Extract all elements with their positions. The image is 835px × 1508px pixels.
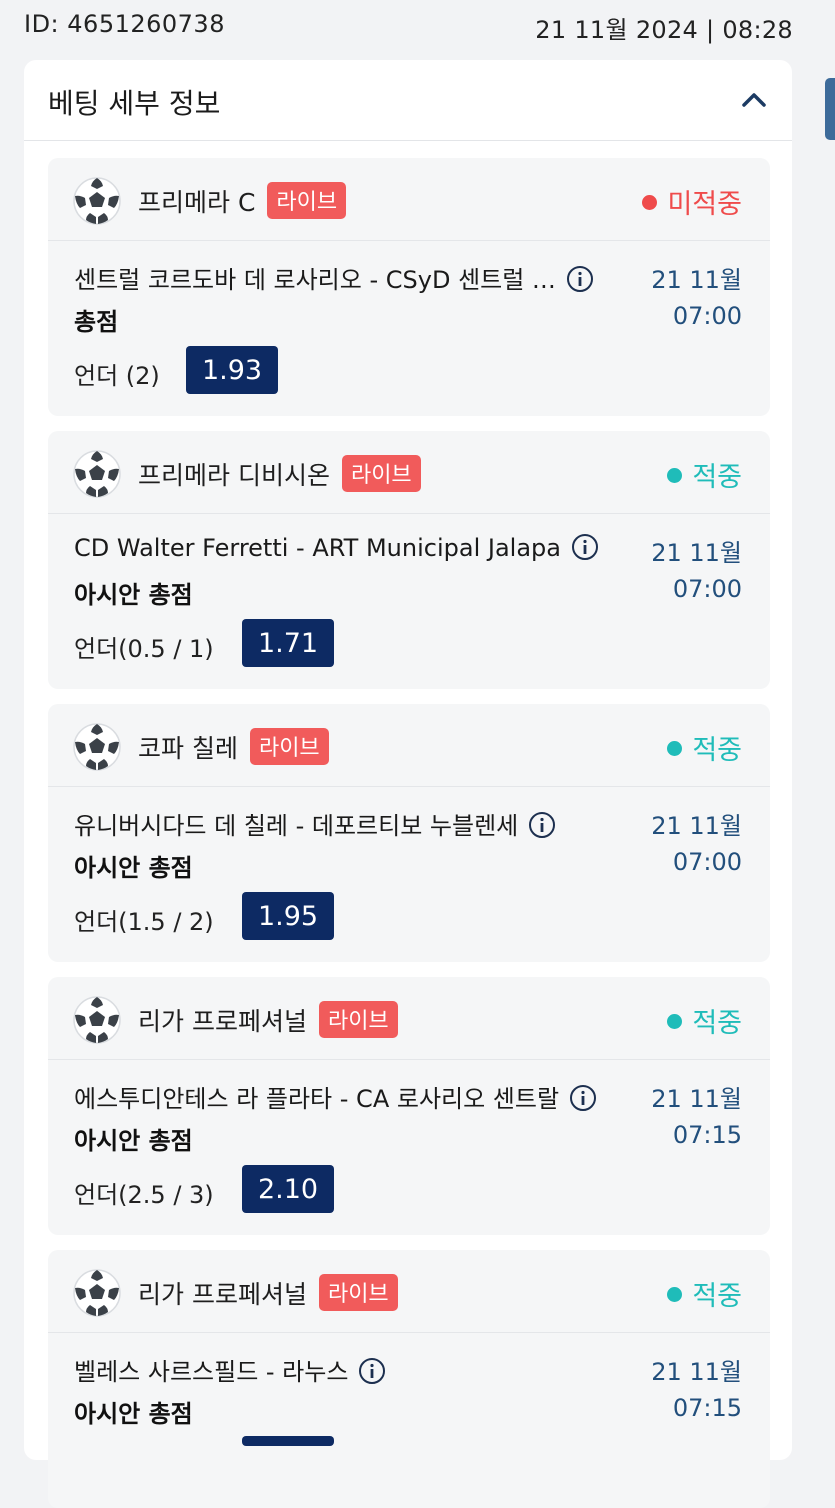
market-name: 아시안 총점 — [74, 1400, 193, 1428]
panel-title: 베팅 세부 정보 — [48, 87, 221, 120]
match-name: CD Walter Ferretti - ART Municipal Jalap… — [74, 533, 599, 562]
selection-name: 언더(1.5 / 2) — [74, 908, 214, 936]
live-badge: 라이브 — [249, 728, 329, 765]
odds-button[interactable]: 2.10 — [242, 1165, 334, 1213]
selection-name: 언더(2.5 / 3) — [74, 1181, 214, 1209]
bet-card: 프리메라 C 라이브 미적중 센트럴 코르도바 데 로사리오 - CSyD 센트럴… — [48, 158, 770, 416]
live-badge: 라이브 — [318, 1274, 398, 1311]
status-dot — [667, 1014, 683, 1029]
league-label: 프리메라 C — [138, 188, 256, 217]
bet-card: 프리메라 디비시온 라이브 적중 CD Walter Ferretti - ART… — [48, 431, 770, 689]
bet-status: 적중 — [667, 728, 742, 767]
info-icon[interactable] — [569, 1084, 597, 1112]
market-name: 아시안 총점 — [74, 854, 193, 882]
bet-details-panel: 베팅 세부 정보 프리메라 C 라이브 미적중 센트럴 코르도바 데 로사리오 -… — [24, 60, 792, 1508]
bet-card-header: 리가 프로페셔널 라이브 적중 — [48, 1250, 770, 1333]
status-dot — [667, 468, 683, 483]
match-time: 07:00 — [672, 848, 742, 876]
market-name: 총점 — [74, 308, 119, 336]
league-name: 리가 프로페셔널 라이브 — [138, 1001, 398, 1038]
status-label: 적중 — [692, 1008, 742, 1039]
match-date: 21 11월 — [651, 539, 742, 567]
bet-card: 코파 칠레 라이브 적중 유니버시다드 데 칠레 - 데포르티보 누블렌세 아시안… — [48, 704, 770, 962]
collapse-button[interactable] — [736, 82, 772, 118]
match-name: 센트럴 코르도바 데 로사리오 - CSyD 센트럴 … — [74, 260, 594, 295]
chevron-up-icon — [742, 93, 766, 107]
soccer-ball-icon — [73, 1269, 121, 1317]
match-label: 에스투디안테스 라 플라타 - CA 로사리오 센트랄 — [74, 1085, 560, 1113]
match-time: 07:15 — [672, 1121, 742, 1149]
info-icon[interactable] — [528, 811, 556, 839]
soccer-ball-icon — [73, 996, 121, 1044]
market-name: 아시안 총점 — [74, 1127, 193, 1155]
match-time: 07:00 — [672, 302, 742, 330]
match-date: 21 11월 — [651, 812, 742, 840]
match-date: 21 11월 — [651, 1085, 742, 1113]
top-bar: ID: 4651260738 21 11월 2024 | 08:28 — [0, 0, 835, 52]
bet-status: 적중 — [667, 455, 742, 494]
league-name: 리가 프로페셔널 라이브 — [138, 1274, 398, 1311]
live-badge: 라이브 — [267, 182, 347, 219]
league-label: 리가 프로페셔널 — [138, 1007, 307, 1036]
bet-card-header: 프리메라 디비시온 라이브 적중 — [48, 431, 770, 514]
match-name: 유니버시다드 데 칠레 - 데포르티보 누블렌세 — [74, 806, 556, 841]
status-dot — [642, 195, 658, 210]
match-time: 07:15 — [672, 1394, 742, 1422]
soccer-ball-icon — [73, 177, 121, 225]
live-badge: 라이브 — [341, 455, 421, 492]
bet-card: 리가 프로페셔널 라이브 적중 에스투디안테스 라 플라타 - CA 로사리오 센… — [48, 977, 770, 1235]
info-icon[interactable] — [566, 265, 594, 293]
match-label: 센트럴 코르도바 데 로사리오 - CSyD 센트럴 … — [74, 266, 556, 294]
bet-card-header: 프리메라 C 라이브 미적중 — [48, 158, 770, 241]
status-label: 적중 — [692, 735, 742, 766]
soccer-ball-icon — [73, 450, 121, 498]
status-label: 미적중 — [667, 189, 742, 220]
odds-button[interactable]: 1.95 — [242, 892, 334, 940]
bet-status: 미적중 — [642, 182, 742, 221]
match-label: 유니버시다드 데 칠레 - 데포르티보 누블렌세 — [74, 812, 519, 840]
match-time: 07:00 — [672, 575, 742, 603]
match-label: CD Walter Ferretti - ART Municipal Jalap… — [74, 534, 561, 562]
status-dot — [667, 1287, 683, 1302]
selection-name: 언더(0.5 / 1) — [74, 635, 214, 663]
info-icon[interactable] — [571, 533, 599, 561]
live-badge: 라이브 — [318, 1001, 398, 1038]
bet-card: 리가 프로페셔널 라이브 적중 벨레스 사르스필드 - 라누스 아시안 총점 21… — [48, 1250, 770, 1508]
soccer-ball-icon — [73, 723, 121, 771]
bet-datetime: 21 11월 2024 | 08:28 — [535, 16, 793, 44]
bet-status: 적중 — [667, 1274, 742, 1313]
status-label: 적중 — [692, 462, 742, 493]
league-name: 프리메라 C 라이브 — [138, 182, 347, 219]
league-label: 프리메라 디비시온 — [138, 461, 330, 490]
match-date: 21 11월 — [651, 1358, 742, 1386]
info-icon[interactable] — [358, 1357, 386, 1385]
odds-button[interactable] — [242, 1436, 334, 1446]
league-label: 리가 프로페셔널 — [138, 1280, 307, 1309]
match-name: 벨레스 사르스필드 - 라누스 — [74, 1352, 386, 1387]
league-label: 코파 칠레 — [138, 734, 238, 763]
panel-header[interactable]: 베팅 세부 정보 — [24, 60, 792, 141]
scrollbar-thumb[interactable] — [825, 78, 835, 140]
odds-button[interactable]: 1.93 — [186, 346, 278, 394]
selection-name: 언더 (2) — [74, 362, 160, 390]
status-label: 적중 — [692, 1281, 742, 1312]
odds-button[interactable]: 1.71 — [242, 619, 334, 667]
bet-card-header: 리가 프로페셔널 라이브 적중 — [48, 977, 770, 1060]
bet-card-header: 코파 칠레 라이브 적중 — [48, 704, 770, 787]
league-name: 프리메라 디비시온 라이브 — [138, 455, 421, 492]
league-name: 코파 칠레 라이브 — [138, 728, 329, 765]
match-name: 에스투디안테스 라 플라타 - CA 로사리오 센트랄 — [74, 1079, 597, 1114]
market-name: 아시안 총점 — [74, 581, 193, 609]
status-dot — [667, 741, 683, 756]
match-label: 벨레스 사르스필드 - 라누스 — [74, 1358, 349, 1386]
bet-status: 적중 — [667, 1001, 742, 1040]
match-date: 21 11월 — [651, 266, 742, 294]
bet-id: ID: 4651260738 — [24, 10, 225, 38]
